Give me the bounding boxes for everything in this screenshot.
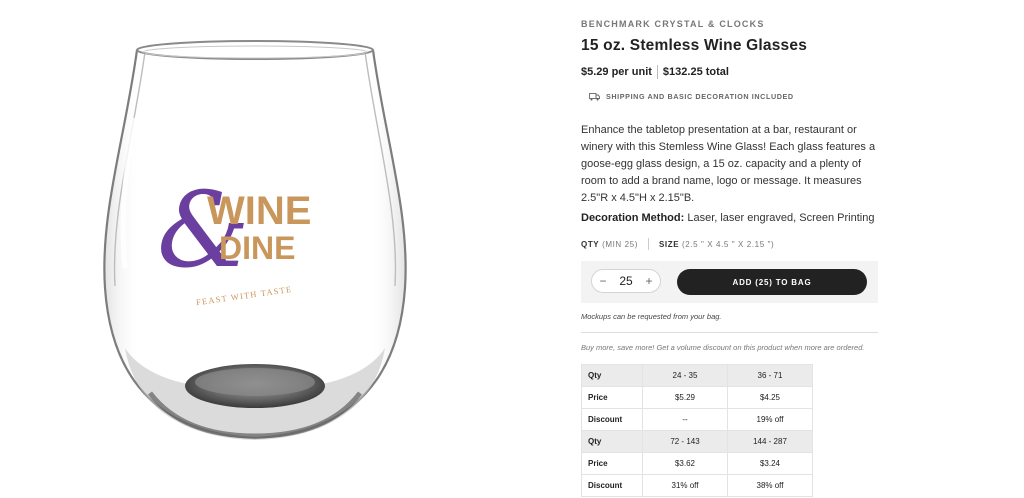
price-row: $5.29 per unit $132.25 total <box>581 65 881 79</box>
mockups-note: Mockups can be requested from your bag. <box>581 312 722 321</box>
volume-pricing-table: Qty 24 - 35 36 - 71 Price $5.29 $4.25 Di… <box>581 364 813 497</box>
add-to-bag-panel: − 25 + ADD (25) TO BAG <box>581 261 878 303</box>
row-label: Price <box>581 452 643 475</box>
volume-discount-note: Buy more, save more! Get a volume discou… <box>581 343 865 352</box>
qty-label: QTY <box>581 239 600 249</box>
divider <box>581 332 878 333</box>
row-label: Discount <box>581 474 643 497</box>
add-to-bag-button[interactable]: ADD (25) TO BAG <box>677 269 867 295</box>
table-cell: 36 - 71 <box>727 364 813 387</box>
table-cell: 24 - 35 <box>642 364 728 387</box>
table-row: Qty 72 - 143 144 - 287 <box>581 430 813 453</box>
row-label: Qty <box>581 430 643 453</box>
size-label: SIZE <box>659 239 680 249</box>
table-cell: -- <box>642 408 728 431</box>
shipping-note: SHIPPING AND BASIC DECORATION INCLUDED <box>589 92 881 101</box>
shipping-text: SHIPPING AND BASIC DECORATION INCLUDED <box>606 92 794 101</box>
increase-quantity-button[interactable]: + <box>644 274 654 288</box>
logo-line-wine: WINE <box>207 189 311 233</box>
product-image: & WINE DINE FEAST WITH TASTE <box>95 28 415 488</box>
table-cell: $3.62 <box>642 452 728 475</box>
size-value: (2.5 " X 4.5 " X 2.15 ") <box>682 239 775 249</box>
quantity-stepper: − 25 + <box>591 269 661 293</box>
row-label: Discount <box>581 408 643 431</box>
table-cell: $4.25 <box>727 386 813 409</box>
decoration-label: Decoration Method: <box>581 212 685 224</box>
quantity-input[interactable]: 25 <box>619 274 632 288</box>
product-details: BENCHMARK CRYSTAL & CLOCKS 15 oz. Stemle… <box>581 16 881 497</box>
table-cell: $3.24 <box>727 452 813 475</box>
brand-name[interactable]: BENCHMARK CRYSTAL & CLOCKS <box>581 19 881 29</box>
product-description: Enhance the tabletop presentation at a b… <box>581 124 876 204</box>
decoration-value: Laser, laser engraved, Screen Printing <box>687 212 875 224</box>
table-cell: 38% off <box>727 474 813 497</box>
table-row: Discount -- 19% off <box>581 408 813 431</box>
price-divider <box>656 65 658 79</box>
price-total: $132.25 total <box>662 66 729 78</box>
table-cell: 31% off <box>642 474 728 497</box>
spec-divider <box>648 238 649 250</box>
table-cell: 19% off <box>727 408 813 431</box>
table-cell: 72 - 143 <box>642 430 728 453</box>
row-label: Price <box>581 386 643 409</box>
decrease-quantity-button[interactable]: − <box>598 274 608 288</box>
table-row: Discount 31% off 38% off <box>581 474 813 497</box>
row-label: Qty <box>581 364 643 387</box>
table-cell: $5.29 <box>642 386 728 409</box>
table-row: Price $5.29 $4.25 <box>581 386 813 409</box>
wine-glass-illustration: & WINE DINE FEAST WITH TASTE <box>103 40 407 440</box>
price-per-unit: $5.29 per unit <box>581 66 652 78</box>
table-cell: 144 - 287 <box>727 430 813 453</box>
spec-row: QTY (MIN 25) SIZE (2.5 " X 4.5 " X 2.15 … <box>581 238 881 250</box>
truck-icon <box>589 92 600 101</box>
logo-line-dine: DINE <box>219 230 295 266</box>
qty-min: (MIN 25) <box>602 239 638 249</box>
product-title: 15 oz. Stemless Wine Glasses <box>581 37 808 54</box>
table-row: Price $3.62 $3.24 <box>581 452 813 475</box>
decoration-method: Decoration Method: Laser, laser engraved… <box>581 212 881 224</box>
table-row: Qty 24 - 35 36 - 71 <box>581 364 813 387</box>
